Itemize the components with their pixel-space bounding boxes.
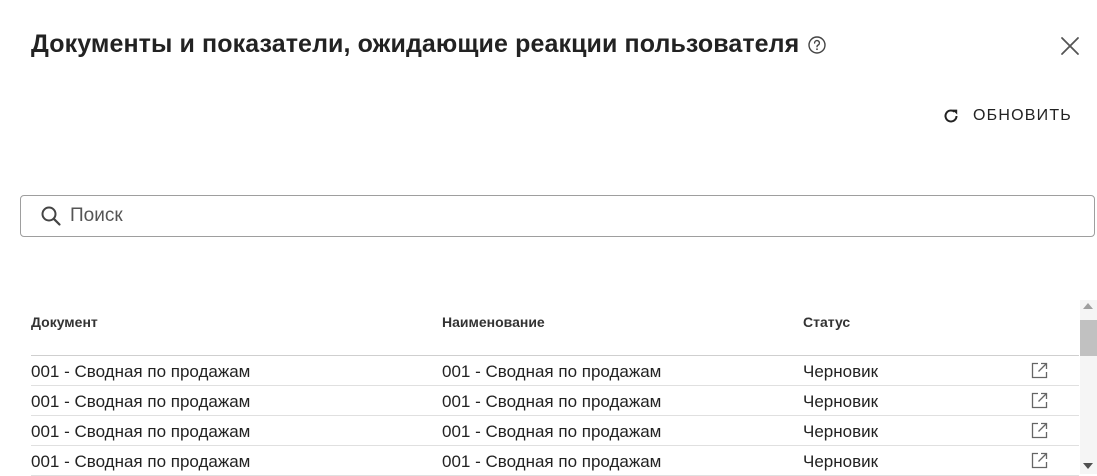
cell-name: 001 - Сводная по продажам: [442, 452, 662, 471]
cell-name: 001 - Сводная по продажам: [442, 362, 662, 381]
cell-status: Черновик: [803, 422, 879, 441]
search-box[interactable]: [20, 195, 1095, 237]
table-header: Документ Наименование Статус: [31, 300, 1079, 356]
cell-document: 001 - Сводная по продажам: [31, 362, 251, 381]
scrollbar-thumb[interactable]: [1080, 320, 1097, 356]
close-icon[interactable]: [1058, 34, 1082, 58]
scroll-down-arrow-icon[interactable]: [1083, 463, 1093, 469]
cell-document: 001 - Сводная по продажам: [31, 392, 251, 411]
refresh-button[interactable]: ОБНОВИТЬ: [942, 104, 1072, 128]
table-scrollbar[interactable]: [1080, 300, 1097, 474]
table-row[interactable]: 001 - Сводная по продажам 001 - Сводная …: [31, 446, 1079, 476]
dialog-header: Документы и показатели, ожидающие реакци…: [31, 30, 827, 59]
column-header-document[interactable]: Документ: [31, 314, 98, 330]
cell-name: 001 - Сводная по продажам: [442, 422, 662, 441]
cell-status: Черновик: [803, 452, 879, 471]
documents-table: Документ Наименование Статус 001 - Сводн…: [31, 300, 1079, 476]
pending-documents-dialog: Документы и показатели, ожидающие реакци…: [0, 0, 1097, 476]
open-in-new-icon[interactable]: [1031, 422, 1048, 439]
refresh-icon: [944, 109, 958, 123]
dialog-title: Документы и показатели, ожидающие реакци…: [31, 30, 800, 58]
cell-status: Черновик: [803, 392, 879, 411]
cell-document: 001 - Сводная по продажам: [31, 422, 251, 441]
cell-document: 001 - Сводная по продажам: [31, 452, 251, 471]
column-header-status[interactable]: Статус: [803, 314, 850, 330]
column-header-name[interactable]: Наименование: [442, 314, 545, 330]
scroll-up-arrow-icon[interactable]: [1083, 303, 1093, 309]
help-icon[interactable]: [807, 35, 827, 55]
table-row[interactable]: 001 - Сводная по продажам 001 - Сводная …: [31, 416, 1079, 446]
search-input[interactable]: [70, 205, 970, 227]
open-in-new-icon[interactable]: [1031, 362, 1048, 379]
table-row[interactable]: 001 - Сводная по продажам 001 - Сводная …: [31, 356, 1079, 386]
cell-status: Черновик: [803, 362, 879, 381]
open-in-new-icon[interactable]: [1031, 452, 1048, 469]
cell-name: 001 - Сводная по продажам: [442, 392, 662, 411]
search-icon: [41, 206, 61, 226]
refresh-label: ОБНОВИТЬ: [973, 107, 1072, 124]
table-row[interactable]: 001 - Сводная по продажам 001 - Сводная …: [31, 386, 1079, 416]
open-in-new-icon[interactable]: [1031, 392, 1048, 409]
